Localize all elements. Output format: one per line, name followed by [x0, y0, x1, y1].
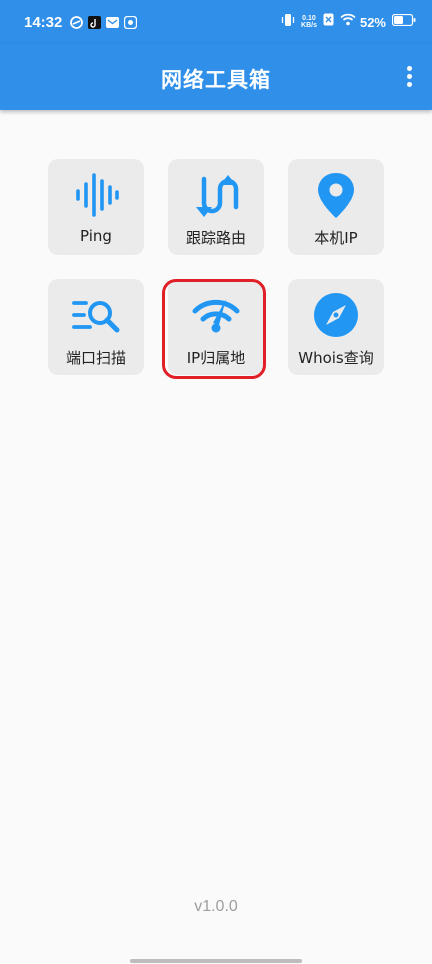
tool-label: 端口扫描	[65, 349, 126, 367]
tool-label: Whois查询	[298, 349, 374, 367]
more-menu-button[interactable]	[404, 66, 414, 90]
battery-percent: 52%	[359, 14, 386, 30]
tool-port-scan[interactable]: 端口扫描	[48, 279, 144, 375]
app-square-icon	[124, 15, 138, 29]
compass-icon	[314, 293, 358, 337]
wifi-icon	[340, 13, 356, 31]
network-speed-unit: KB/s	[301, 22, 317, 29]
page-title: 网络工具箱	[161, 68, 271, 92]
tool-label: 跟踪路由	[185, 229, 246, 247]
network-speed-value: 0.10	[302, 15, 316, 22]
more-vert-icon	[406, 66, 412, 71]
tool-whois[interactable]: Whois查询	[288, 279, 384, 375]
selection-highlight	[162, 279, 266, 379]
app-bar: 网络工具箱	[0, 44, 432, 110]
sim-disabled-icon	[323, 13, 334, 31]
vibrate-icon	[281, 13, 295, 32]
home-indicator[interactable]	[130, 959, 302, 963]
waveform-icon	[76, 173, 119, 217]
mail-icon	[106, 16, 120, 29]
battery-icon	[391, 13, 416, 31]
network-speed: 0.10 KB/s	[301, 15, 317, 29]
route-arrows-icon	[196, 175, 239, 217]
version-label: v1.0.0	[194, 898, 238, 915]
tool-label: 本机IP	[314, 229, 358, 247]
tool-traceroute[interactable]: 跟踪路由	[168, 159, 264, 255]
tiktok-icon	[88, 15, 102, 29]
tool-ping[interactable]: Ping	[48, 159, 144, 255]
app-notification-icon	[70, 15, 84, 29]
list-search-icon	[72, 301, 120, 333]
status-bar: 14:32 0.10 KB/s 52%	[0, 0, 432, 44]
status-time: 14:32	[24, 13, 63, 31]
tool-local-ip[interactable]: 本机IP	[288, 159, 384, 255]
tool-label: Ping	[80, 227, 112, 245]
location-pin-icon	[318, 173, 354, 218]
